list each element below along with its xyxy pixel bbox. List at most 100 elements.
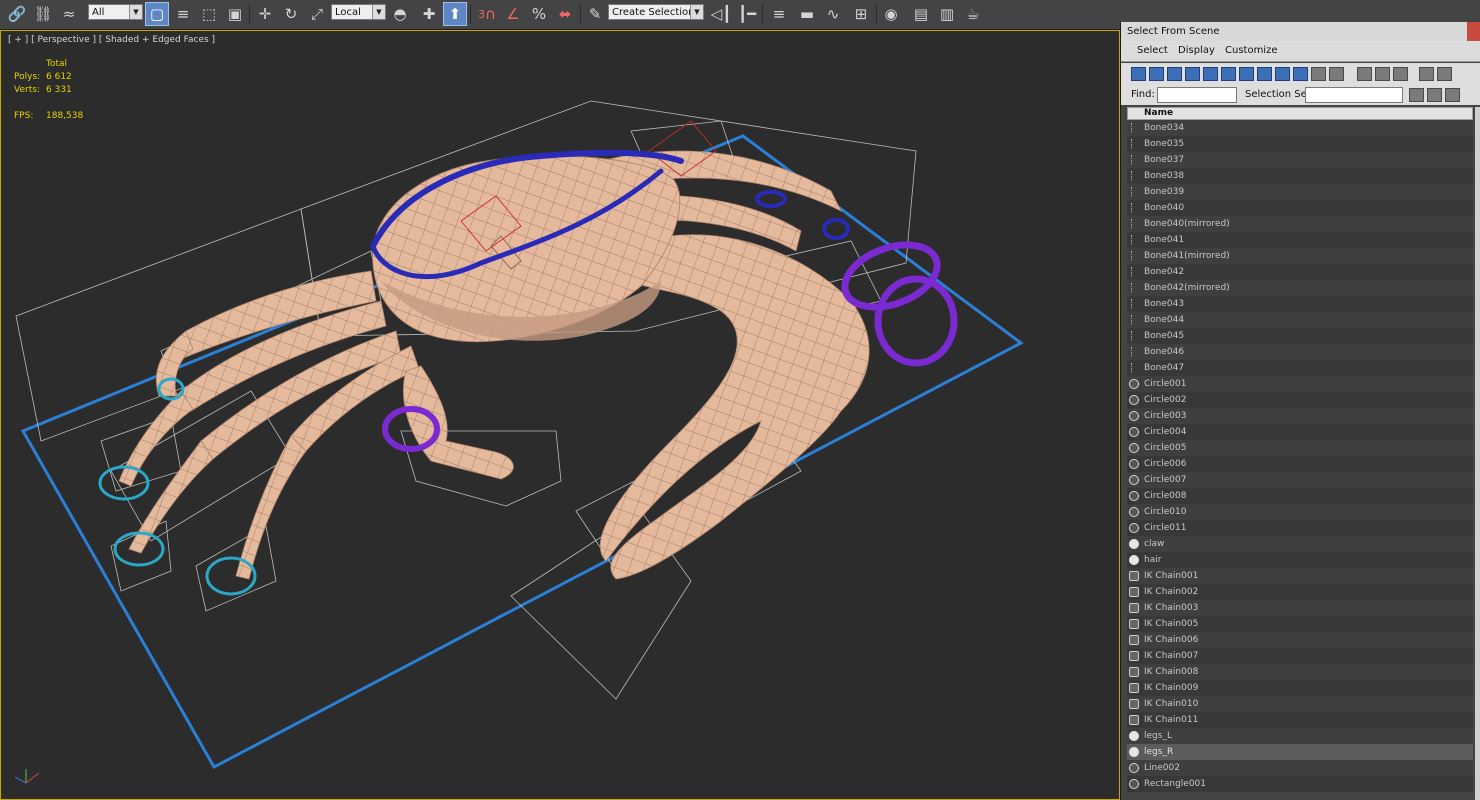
filter-icon[interactable]	[1419, 67, 1434, 81]
list-item[interactable]: Bone043	[1127, 296, 1473, 312]
find-input[interactable]	[1157, 87, 1237, 103]
rectangular-selection-icon[interactable]: ⬚	[198, 3, 220, 25]
list-item[interactable]: Circle008	[1127, 488, 1473, 504]
pivot-point-center-icon[interactable]: ◓	[389, 3, 411, 25]
list-item[interactable]: IK Chain011	[1127, 712, 1473, 728]
list-item[interactable]: Bone035	[1127, 136, 1473, 152]
list-item[interactable]: Bone040(mirrored)	[1127, 216, 1473, 232]
schematic-view-icon[interactable]: ⊞	[850, 3, 872, 25]
list-item[interactable]: Bone041(mirrored)	[1127, 248, 1473, 264]
crab-rig-scene[interactable]	[1, 31, 1119, 799]
select-and-move-icon[interactable]: ✛	[254, 3, 276, 25]
list-item[interactable]: Circle001	[1127, 376, 1473, 392]
display-none-icon[interactable]	[1311, 67, 1326, 81]
mirror-icon[interactable]: ◁┃	[710, 3, 732, 25]
list-item[interactable]: Bone044	[1127, 312, 1473, 328]
list-item[interactable]: IK Chain009	[1127, 680, 1473, 696]
list-scrollbar[interactable]	[1475, 107, 1480, 800]
unlink-selection-icon[interactable]: ⛓	[32, 3, 54, 25]
render-setup-icon[interactable]: ▤	[910, 3, 932, 25]
angle-snap-icon[interactable]: ∠	[502, 3, 524, 25]
list-item[interactable]: IK Chain003	[1127, 600, 1473, 616]
list-item[interactable]: Line002	[1127, 760, 1473, 776]
align-icon[interactable]: ┃━	[736, 3, 758, 25]
invert-display-icon[interactable]	[1329, 67, 1344, 81]
add-to-selection-set-icon[interactable]	[1427, 88, 1442, 102]
selection-set-dropdown[interactable]	[1305, 87, 1403, 103]
list-item[interactable]: Bone041	[1127, 232, 1473, 248]
remove-from-selection-set-icon[interactable]	[1445, 88, 1460, 102]
reference-coordinate-dropdown[interactable]: Local ▼	[331, 4, 386, 20]
keyboard-shortcut-override-icon[interactable]: ⬆	[443, 2, 467, 26]
list-item[interactable]: legs_R	[1127, 744, 1473, 760]
list-item[interactable]: Bone037	[1127, 152, 1473, 168]
list-item[interactable]: Bone038	[1127, 168, 1473, 184]
selection-filter-dropdown[interactable]: All ▼	[88, 4, 143, 20]
bind-to-space-warp-icon[interactable]: ≈	[58, 3, 80, 25]
list-item[interactable]: Bone047	[1127, 360, 1473, 376]
select-invert-icon[interactable]	[1393, 67, 1408, 81]
list-item[interactable]: Circle010	[1127, 504, 1473, 520]
list-item[interactable]: IK Chain006	[1127, 632, 1473, 648]
display-groups-icon[interactable]	[1239, 67, 1254, 81]
rendered-frame-window-icon[interactable]: ▥	[936, 3, 958, 25]
display-cameras-icon[interactable]	[1185, 67, 1200, 81]
list-item[interactable]: Bone042(mirrored)	[1127, 280, 1473, 296]
display-bones-icon[interactable]	[1275, 67, 1290, 81]
select-and-scale-icon[interactable]: ⤢	[306, 3, 328, 25]
display-space-warps-icon[interactable]	[1221, 67, 1236, 81]
select-object-icon[interactable]: ▢	[145, 2, 169, 26]
list-item[interactable]: IK Chain002	[1127, 584, 1473, 600]
list-item[interactable]: Circle005	[1127, 440, 1473, 456]
perspective-viewport[interactable]: [ + ] [ Perspective ] [ Shaded + Edged F…	[0, 30, 1120, 800]
select-and-rotate-icon[interactable]: ↻	[280, 3, 302, 25]
list-item[interactable]: claw	[1127, 536, 1473, 552]
select-and-manipulate-icon[interactable]: ✚	[418, 3, 440, 25]
display-all-icon[interactable]	[1293, 67, 1308, 81]
list-item[interactable]: Circle004	[1127, 424, 1473, 440]
list-item[interactable]: Rectangle001	[1127, 776, 1473, 792]
list-item[interactable]: IK Chain008	[1127, 664, 1473, 680]
select-and-link-icon[interactable]: 🔗	[6, 3, 28, 25]
list-item[interactable]: Bone042	[1127, 264, 1473, 280]
window-crossing-icon[interactable]: ▣	[224, 3, 246, 25]
display-lights-icon[interactable]	[1167, 67, 1182, 81]
menu-display[interactable]: Display	[1178, 45, 1215, 56]
render-production-icon[interactable]: ☕	[962, 3, 984, 25]
display-xrefs-icon[interactable]	[1257, 67, 1272, 81]
list-item[interactable]: Bone045	[1127, 328, 1473, 344]
curve-editor-icon[interactable]: ∿	[822, 3, 844, 25]
edit-named-selection-icon[interactable]: ✎	[584, 3, 606, 25]
list-item[interactable]: IK Chain005	[1127, 616, 1473, 632]
material-editor-icon[interactable]: ◉	[880, 3, 902, 25]
spinner-snap-icon[interactable]: ⬌	[554, 3, 576, 25]
crab-small-claw[interactable]	[403, 365, 514, 480]
list-item[interactable]: Circle006	[1127, 456, 1473, 472]
list-item[interactable]: Circle007	[1127, 472, 1473, 488]
menu-select[interactable]: Select	[1137, 45, 1168, 56]
list-item[interactable]: Circle002	[1127, 392, 1473, 408]
list-item[interactable]: Bone046	[1127, 344, 1473, 360]
list-item[interactable]: hair	[1127, 552, 1473, 568]
list-item[interactable]: IK Chain007	[1127, 648, 1473, 664]
percent-snap-icon[interactable]: %	[528, 3, 550, 25]
select-none-icon[interactable]	[1375, 67, 1390, 81]
list-item[interactable]: IK Chain010	[1127, 696, 1473, 712]
list-item[interactable]: Bone039	[1127, 184, 1473, 200]
list-item[interactable]: Circle011	[1127, 520, 1473, 536]
list-item[interactable]: Bone040	[1127, 200, 1473, 216]
list-item[interactable]: legs_L	[1127, 728, 1473, 744]
snaps-toggle-icon[interactable]: 3 ∩	[476, 3, 498, 25]
display-helpers-icon[interactable]	[1203, 67, 1218, 81]
create-selection-set-icon[interactable]	[1409, 88, 1424, 102]
column-header-name[interactable]: Name	[1127, 107, 1473, 120]
leg-control-right-1[interactable]	[755, 190, 787, 208]
menu-customize[interactable]: Customize	[1225, 45, 1278, 56]
named-selection-set-dropdown[interactable]: Create Selection Se ▼	[608, 4, 704, 20]
list-item[interactable]: IK Chain001	[1127, 568, 1473, 584]
list-item[interactable]: Bone034	[1127, 120, 1473, 136]
leg-control-right-2[interactable]	[822, 218, 850, 240]
toggle-ribbon-icon[interactable]: ▬	[796, 3, 818, 25]
close-icon[interactable]	[1467, 22, 1480, 41]
select-all-icon[interactable]	[1357, 67, 1372, 81]
